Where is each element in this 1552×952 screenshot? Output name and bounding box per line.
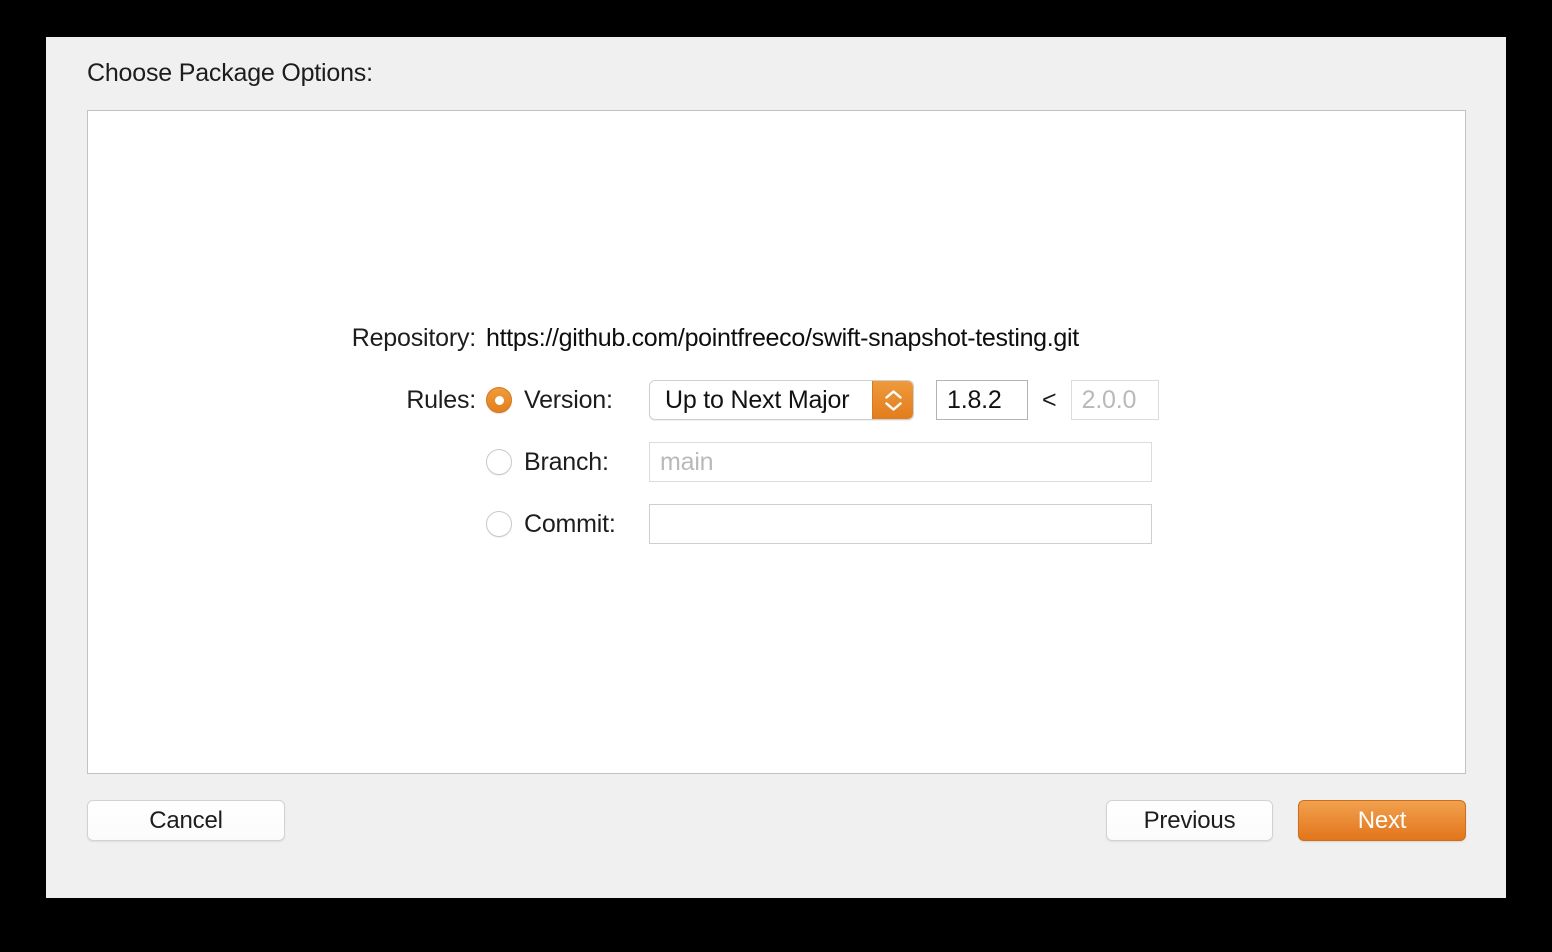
version-rule-select[interactable]: Up to Next Major <box>649 380 914 420</box>
branch-field-group: Branch: main <box>486 442 1465 482</box>
radio-branch[interactable] <box>486 449 512 475</box>
previous-button[interactable]: Previous <box>1106 800 1273 841</box>
branch-caption: Branch: <box>524 447 609 476</box>
repository-row: Repository: https://github.com/pointfree… <box>88 307 1465 369</box>
page-title: Choose Package Options: <box>87 59 373 87</box>
branch-input[interactable]: main <box>649 442 1152 482</box>
repository-label: Repository: <box>351 323 476 352</box>
commit-field-group: Commit: <box>486 504 1465 544</box>
next-button[interactable]: Next <box>1298 800 1466 841</box>
cancel-button[interactable]: Cancel <box>87 800 285 841</box>
package-options-dialog: Choose Package Options: Repository: http… <box>46 37 1506 898</box>
rules-branch-row: Branch: main <box>88 431 1465 493</box>
package-options-panel: Repository: https://github.com/pointfree… <box>87 110 1466 774</box>
repository-field-group: https://github.com/pointfreeco/swift-sna… <box>486 324 1465 353</box>
radio-version[interactable] <box>486 387 512 413</box>
rules-version-row: Rules: Version: Up to Next Major 1.8.2 <… <box>88 369 1465 431</box>
version-rule-select-value: Up to Next Major <box>665 385 850 414</box>
rules-commit-row: Commit: <box>88 493 1465 555</box>
version-range-operator: < <box>1042 385 1057 414</box>
version-caption: Version: <box>524 385 613 414</box>
rules-label: Rules: <box>406 385 476 414</box>
version-upper-bound-input[interactable]: 2.0.0 <box>1070 380 1159 420</box>
package-options-form: Repository: https://github.com/pointfree… <box>88 307 1465 555</box>
version-lower-bound-input[interactable]: 1.8.2 <box>936 380 1028 420</box>
commit-input[interactable] <box>649 504 1152 544</box>
repository-value: https://github.com/pointfreeco/swift-sna… <box>486 323 1079 352</box>
radio-commit[interactable] <box>486 511 512 537</box>
version-field-group: Version: Up to Next Major 1.8.2 < 2.0.0 <box>486 380 1465 420</box>
commit-caption: Commit: <box>524 509 616 538</box>
stepper-up-down-icon[interactable] <box>872 381 913 419</box>
